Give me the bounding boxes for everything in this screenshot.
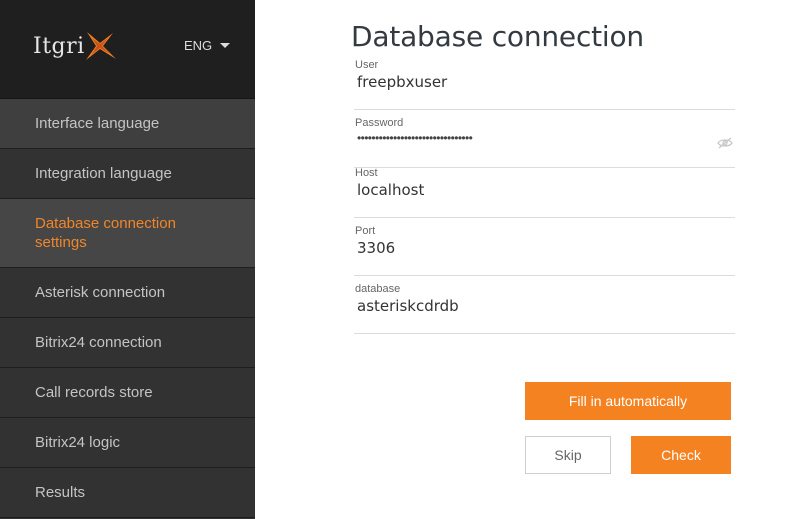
- database-input[interactable]: [357, 297, 707, 315]
- sidebar-item-integration-language[interactable]: Integration language: [0, 149, 255, 199]
- host-field: Host: [354, 160, 735, 218]
- password-label: Password: [355, 117, 404, 129]
- sidebar-item-call-records-store[interactable]: Call records store: [0, 368, 255, 418]
- language-selector[interactable]: ENG: [184, 37, 231, 53]
- user-label: User: [355, 59, 379, 71]
- sidebar-item-label: Asterisk connection: [35, 284, 166, 301]
- logo-text: Itgri: [33, 33, 85, 59]
- chevron-down-icon: [220, 42, 231, 48]
- sidebar-item-label: Bitrix24 logic: [35, 434, 121, 451]
- sidebar-item-label: Call records store: [35, 384, 153, 401]
- database-field: database: [354, 276, 735, 334]
- user-input[interactable]: [357, 73, 707, 91]
- password-input[interactable]: ••••••••••••••••••••••••••••••••: [357, 131, 473, 145]
- skip-button[interactable]: Skip: [525, 436, 611, 474]
- sidebar-item-results[interactable]: Results: [0, 468, 255, 518]
- database-label: database: [355, 283, 401, 295]
- host-input[interactable]: [357, 181, 707, 199]
- sidebar-item-label: Integration language: [35, 165, 172, 182]
- check-button[interactable]: Check: [631, 436, 731, 474]
- sidebar-item-label: Results: [35, 484, 86, 501]
- language-label: ENG: [184, 37, 213, 53]
- sidebar-item-asterisk-connection[interactable]: Asterisk connection: [0, 268, 255, 318]
- fill-automatically-button[interactable]: Fill in automatically: [525, 382, 731, 420]
- eye-off-icon[interactable]: [717, 137, 733, 149]
- port-label: Port: [355, 225, 376, 237]
- x-star-logo-icon: [85, 32, 116, 60]
- host-label: Host: [355, 167, 378, 179]
- logo: Itgri: [33, 30, 117, 62]
- page-title: Database connection: [351, 20, 644, 53]
- sidebar-header: Itgri ENG: [0, 0, 255, 99]
- sidebar-nav: Interface language Integration language …: [0, 99, 255, 518]
- user-field: User: [354, 52, 735, 110]
- sidebar-item-bitrix24-connection[interactable]: Bitrix24 connection: [0, 318, 255, 368]
- sidebar-item-label: Database connection settings: [35, 215, 176, 251]
- sidebar-item-bitrix24-logic[interactable]: Bitrix24 logic: [0, 418, 255, 468]
- sidebar-item-label: Bitrix24 connection: [35, 334, 162, 351]
- sidebar: Itgri ENG Interface language Integration…: [0, 0, 255, 519]
- port-input[interactable]: [357, 239, 707, 257]
- sidebar-item-interface-language[interactable]: Interface language: [0, 99, 255, 149]
- sidebar-item-label: Interface language: [35, 115, 160, 132]
- sidebar-item-database-connection-settings[interactable]: Database connection settings: [0, 199, 255, 268]
- main-content: Database connection User Password ••••••…: [255, 0, 785, 519]
- port-field: Port: [354, 218, 735, 276]
